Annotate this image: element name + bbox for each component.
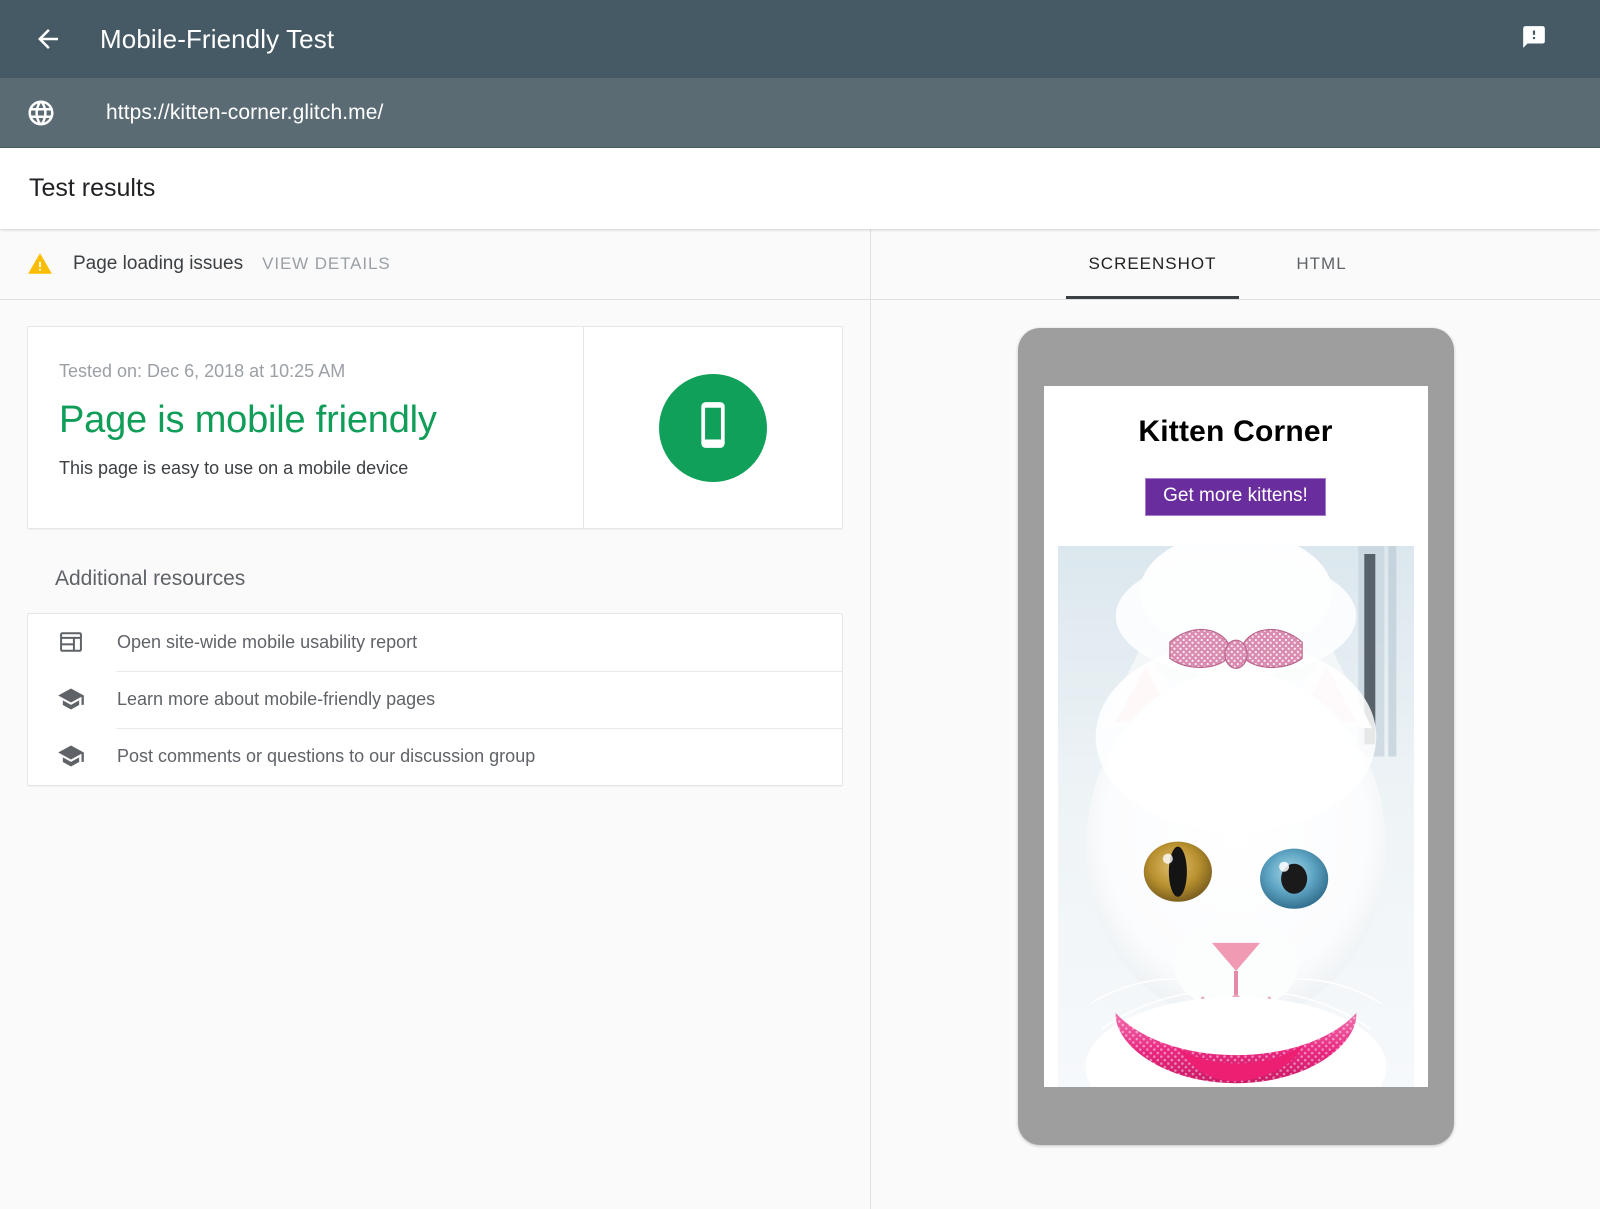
feedback-icon <box>1521 24 1547 55</box>
app-bar: Mobile-Friendly Test <box>0 0 1600 78</box>
result-badge <box>584 327 842 528</box>
page-title: Mobile-Friendly Test <box>100 24 334 55</box>
warning-triangle-icon <box>27 251 53 277</box>
phone-screen: Kitten Corner Get more kittens! <box>1044 386 1428 1087</box>
kitten-photo <box>1058 546 1414 1087</box>
left-pane: Page loading issues VIEW DETAILS Tested … <box>0 229 871 1209</box>
results-header: Test results <box>0 148 1600 229</box>
tab-screenshot-label: SCREENSHOT <box>1088 254 1216 274</box>
tested-on-timestamp: Tested on: Dec 6, 2018 at 10:25 AM <box>59 361 553 382</box>
smartphone-icon <box>685 397 741 458</box>
get-more-kittens-button[interactable]: Get more kittens! <box>1145 478 1326 516</box>
left-content: Tested on: Dec 6, 2018 at 10:25 AM Page … <box>0 300 870 786</box>
phone-preview-area: Kitten Corner Get more kittens! <box>871 300 1600 1209</box>
resource-label: Learn more about mobile-friendly pages <box>117 689 435 710</box>
resource-label: Open site-wide mobile usability report <box>117 632 417 653</box>
verdict-subtext: This page is easy to use on a mobile dev… <box>59 458 553 479</box>
phone-frame: Kitten Corner Get more kittens! <box>1018 328 1454 1145</box>
body-split: Page loading issues VIEW DETAILS Tested … <box>0 229 1600 1209</box>
preview-site-title: Kitten Corner <box>1138 415 1332 449</box>
tab-html-label: HTML <box>1296 254 1346 274</box>
issue-strip: Page loading issues VIEW DETAILS <box>0 229 870 300</box>
results-heading: Test results <box>29 174 155 203</box>
additional-resources-card: Open site-wide mobile usability report L… <box>27 613 843 786</box>
feedback-button[interactable] <box>1514 19 1554 59</box>
issue-label: Page loading issues <box>73 253 243 275</box>
resource-row[interactable]: Post comments or questions to our discus… <box>28 728 842 785</box>
preview-tabs: SCREENSHOT HTML <box>871 229 1600 300</box>
resource-row[interactable]: Learn more about mobile-friendly pages <box>28 671 842 728</box>
tab-html[interactable]: HTML <box>1239 229 1405 299</box>
tab-screenshot[interactable]: SCREENSHOT <box>1066 229 1238 299</box>
view-details-link[interactable]: VIEW DETAILS <box>262 254 391 274</box>
additional-resources-title: Additional resources <box>55 567 843 591</box>
resource-label: Post comments or questions to our discus… <box>117 746 535 767</box>
verdict-headline: Page is mobile friendly <box>59 400 553 442</box>
resource-row[interactable]: Open site-wide mobile usability report <box>28 614 842 671</box>
result-main: Tested on: Dec 6, 2018 at 10:25 AM Page … <box>28 327 584 528</box>
status-badge <box>659 374 767 482</box>
report-dashboard-icon <box>57 628 87 658</box>
back-button[interactable] <box>26 17 70 61</box>
url-text: https://kitten-corner.glitch.me/ <box>106 101 383 125</box>
globe-icon <box>26 98 56 128</box>
right-pane: SCREENSHOT HTML Kitten Corner Get more k… <box>871 229 1600 1209</box>
result-card: Tested on: Dec 6, 2018 at 10:25 AM Page … <box>27 326 843 529</box>
school-cap-icon <box>57 742 87 772</box>
arrow-back-icon <box>33 24 63 54</box>
school-cap-icon <box>57 685 87 715</box>
url-bar[interactable]: https://kitten-corner.glitch.me/ <box>0 78 1600 148</box>
